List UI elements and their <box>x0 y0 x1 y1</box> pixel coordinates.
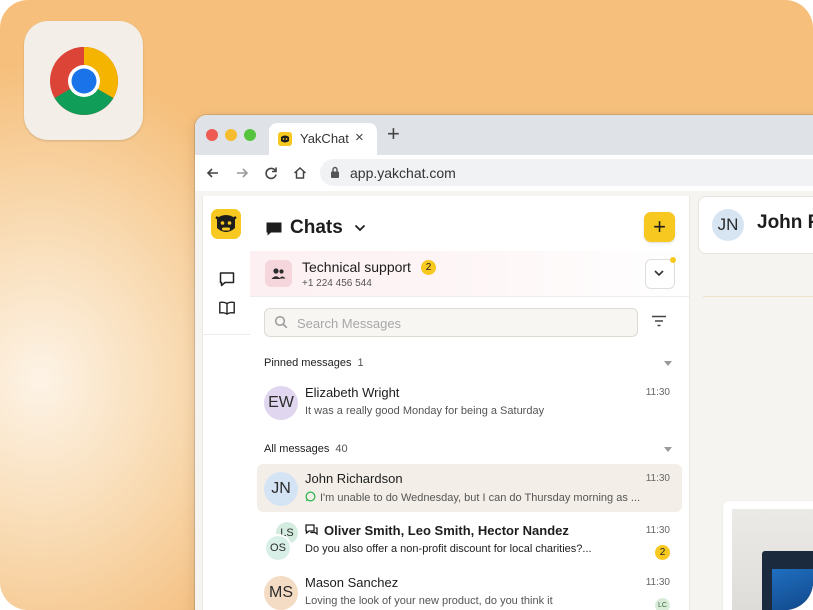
avatar: EW <box>264 386 298 420</box>
tab-bar: YakChat × + <box>195 115 813 155</box>
yakchat-app: Chats + Technical support 2 +1 224 456 5… <box>195 191 813 610</box>
lock-icon <box>331 166 339 178</box>
message-snippet: Do you also offer a non-profit discount … <box>305 543 592 555</box>
message-snippet: It was a really good Monday for being a … <box>305 405 545 417</box>
avatar-front: OS <box>264 534 292 562</box>
conversation-divider <box>703 296 813 297</box>
new-tab-button[interactable]: + <box>387 122 400 146</box>
chat-bubble-icon[interactable] <box>218 270 236 288</box>
panel-title: Chats <box>290 217 343 238</box>
tab-close-button[interactable]: × <box>355 129 364 146</box>
pinned-section-header: Pinned messages 1 <box>264 357 364 369</box>
yakchat-favicon-icon <box>278 132 292 146</box>
maximize-window-button[interactable] <box>244 129 256 141</box>
group-chat-icon <box>305 524 318 536</box>
message-time: 11:30 <box>645 577 670 588</box>
avatar: JN <box>712 209 744 241</box>
inbox-dropdown-button[interactable] <box>645 259 675 289</box>
navigation-rail <box>202 196 251 610</box>
url-text: app.yakchat.com <box>350 165 456 181</box>
message-snippet-line: I'm unable to do Wednesday, but I can do… <box>305 491 670 504</box>
message-time: 11:30 <box>645 473 670 484</box>
tab-yakchat[interactable]: YakChat × <box>269 123 377 155</box>
assignee-badge: LC <box>655 598 670 610</box>
new-chat-button[interactable]: + <box>644 212 675 242</box>
close-window-button[interactable] <box>206 129 218 141</box>
reload-icon[interactable] <box>263 165 279 181</box>
minimize-window-button[interactable] <box>225 129 237 141</box>
avatar: MS <box>264 576 298 610</box>
group-users-icon <box>265 260 292 287</box>
conversation-contact-name: John R <box>757 212 813 233</box>
chevron-down-icon[interactable] <box>354 224 366 232</box>
group-name-line: Oliver Smith, Leo Smith, Hector Nandez <box>305 523 569 538</box>
chrome-icon <box>50 47 118 115</box>
chat-bubble-icon <box>266 222 282 236</box>
contact-name: Oliver Smith, Leo Smith, Hector Nandez <box>324 523 569 538</box>
pinned-chat-row[interactable]: EW Elizabeth Wright It was a really good… <box>257 378 682 426</box>
whatsapp-icon <box>305 491 316 502</box>
tab-title: YakChat <box>300 131 349 146</box>
avatar: JN <box>264 472 298 506</box>
contact-name: Mason Sanchez <box>305 575 399 590</box>
inbox-name: Technical support <box>302 259 411 275</box>
chats-panel: Chats + Technical support 2 +1 224 456 5… <box>250 196 690 610</box>
search-input[interactable] <box>295 312 629 334</box>
filter-icon[interactable] <box>651 315 667 327</box>
chevron-down-icon <box>654 270 664 277</box>
address-bar[interactable]: app.yakchat.com <box>320 159 813 186</box>
conversation-header: JN John R <box>698 196 813 254</box>
search-box[interactable] <box>264 308 638 337</box>
notification-dot <box>670 257 676 263</box>
forward-arrow-icon[interactable] <box>234 165 250 181</box>
inbox-phone: +1 224 456 544 <box>302 278 372 289</box>
chrome-app-tile[interactable] <box>24 21 143 140</box>
back-arrow-icon[interactable] <box>205 165 221 181</box>
all-messages-section-header: All messages 40 <box>264 443 348 455</box>
message-time: 11:30 <box>645 387 670 398</box>
chat-row-mason-sanchez[interactable]: MS Mason Sanchez Loving the look of your… <box>257 568 682 610</box>
message-time: 11:30 <box>645 525 670 536</box>
image-message[interactable] <box>723 501 813 610</box>
contact-name: John Richardson <box>305 471 403 486</box>
home-icon[interactable] <box>292 165 308 181</box>
laptop-image <box>762 551 813 610</box>
browser-toolbar: app.yakchat.com <box>195 155 813 192</box>
book-icon[interactable] <box>218 299 236 317</box>
caret-down-icon[interactable] <box>664 361 672 366</box>
message-snippet: I'm unable to do Wednesday, but I can do… <box>320 492 641 504</box>
desktop-background: YakChat × + app.yakchat.com Chats + Tech… <box>0 0 813 610</box>
unread-badge: 2 <box>655 545 670 560</box>
message-snippet: Loving the look of your new product, do … <box>305 595 553 607</box>
inbox-unread-badge: 2 <box>421 260 436 275</box>
caret-down-icon[interactable] <box>664 447 672 452</box>
search-icon <box>274 315 288 329</box>
contact-name: Elizabeth Wright <box>305 385 400 400</box>
yakchat-logo-icon[interactable] <box>211 209 241 239</box>
attached-image <box>732 509 813 610</box>
chat-row-john-richardson[interactable]: JN John Richardson I'm unable to do Wedn… <box>257 464 682 512</box>
inbox-selector[interactable]: Technical support 2 +1 224 456 544 <box>250 251 689 297</box>
rail-divider <box>203 334 250 335</box>
chat-row-group[interactable]: LS OS Oliver Smith, Leo Smith, Hector Na… <box>257 516 682 564</box>
browser-window: YakChat × + app.yakchat.com Chats + Tech… <box>195 115 813 610</box>
